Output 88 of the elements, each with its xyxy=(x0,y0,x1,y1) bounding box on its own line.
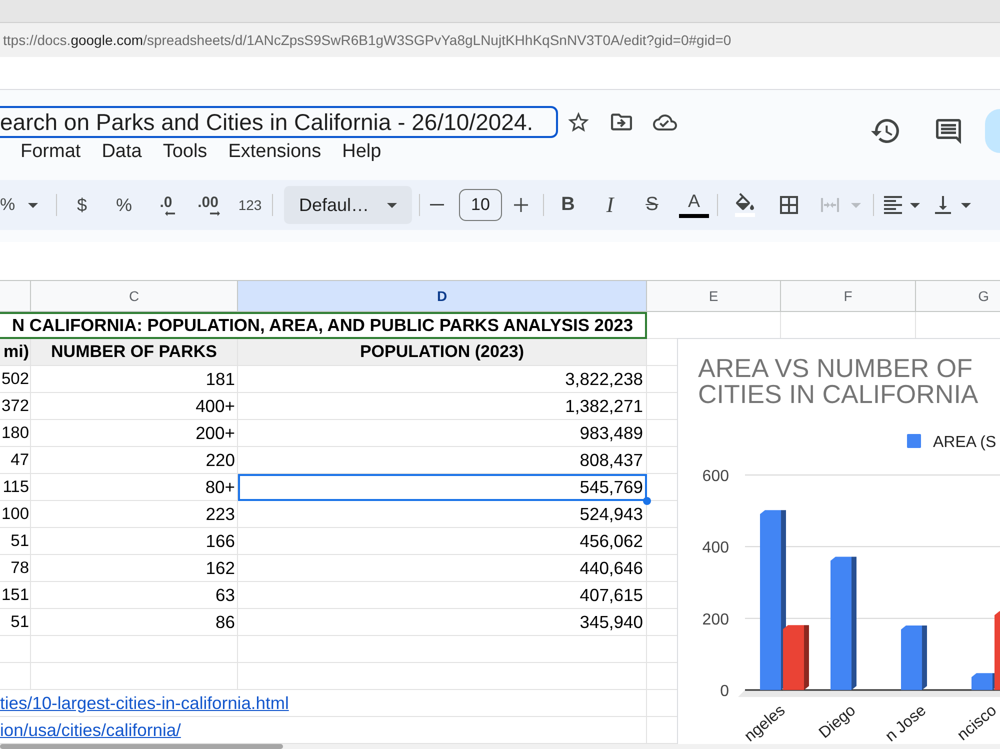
table-cell-text: 80+ xyxy=(204,476,236,498)
table-cell-text: 63 xyxy=(214,584,236,606)
title-field[interactable]: earch on Parks and Cities in California - 26/10/2024. xyxy=(0,106,558,138)
increase-decimal-button[interactable]: .00 xyxy=(191,189,225,221)
axis-label: 400 xyxy=(702,540,729,557)
align-left-icon[interactable] xyxy=(884,196,902,214)
decrease-decimal-button[interactable]: .0 xyxy=(149,189,183,221)
zoom-dropdown[interactable]: % xyxy=(0,189,42,221)
axis-label: 600 xyxy=(702,468,729,485)
table-cell-text: 223 xyxy=(204,502,236,526)
table-cell-text: 502 xyxy=(0,368,30,390)
chart-bar xyxy=(901,626,927,690)
table-cell-text: 407,615 xyxy=(578,584,644,606)
column-header[interactable]: D xyxy=(238,281,647,312)
link[interactable]: ties/10-largest-cities-in-california.html xyxy=(0,692,289,714)
menu-item[interactable]: Extensions xyxy=(218,141,332,163)
table-cell-text: 808,437 xyxy=(578,448,644,472)
menu-item[interactable]: Data xyxy=(91,141,152,163)
caret-icon xyxy=(28,202,38,208)
table-cell-text: 345,940 xyxy=(578,610,644,634)
borders-icon[interactable] xyxy=(780,196,798,214)
cloud-check-icon[interactable] xyxy=(653,114,677,130)
bold-button[interactable]: B xyxy=(551,189,585,221)
table-cell-text: 400+ xyxy=(194,394,236,418)
table-cell-text: 78 xyxy=(10,558,30,578)
table-cell-text: 220 xyxy=(204,448,236,472)
text-color-button[interactable]: A xyxy=(677,189,711,221)
table-cell-text: 180 xyxy=(0,422,30,444)
header-cell: NUMBER OF PARKS xyxy=(31,339,238,365)
category-label: n Jose xyxy=(882,702,930,744)
table-cell-text: 440,646 xyxy=(578,556,644,580)
column-header[interactable]: F xyxy=(781,281,916,312)
currency-button[interactable]: $ xyxy=(65,189,99,221)
table-cell: 545,769 xyxy=(238,474,647,501)
paint-bucket-icon[interactable] xyxy=(735,193,755,217)
table-cell-text: 166 xyxy=(204,530,236,552)
percent-button[interactable]: % xyxy=(107,189,141,221)
table-cell-text: 100 xyxy=(0,504,30,524)
table-cell-text: 151 xyxy=(0,584,30,606)
header-cell: mi) xyxy=(0,339,31,365)
star-icon[interactable] xyxy=(568,112,589,132)
title-cell: N CALIFORNIA: POPULATION, AREA, AND PUBLIC PARKS ANALYSIS 2023 xyxy=(0,312,647,339)
arrow-left-icon xyxy=(165,210,175,216)
comment-icon[interactable] xyxy=(936,118,961,144)
chart-title: AREA VS NUMBER OF CITIES IN CALIFORNIA xyxy=(698,355,978,407)
table-cell-text: 200+ xyxy=(194,422,236,444)
caret-icon[interactable] xyxy=(961,202,971,208)
font-size-field[interactable]: 10 xyxy=(459,189,502,221)
history-icon[interactable] xyxy=(871,119,899,143)
minus-icon[interactable] xyxy=(430,204,444,206)
more-formats-button[interactable]: 123 xyxy=(233,189,267,221)
table-cell-text: 181 xyxy=(204,368,236,390)
link[interactable]: ion/usa/cities/california/ xyxy=(0,720,181,740)
folder-arrow-icon[interactable] xyxy=(611,112,632,132)
menu-item[interactable]: Help xyxy=(332,141,392,163)
table-cell-text: 162 xyxy=(204,556,236,580)
align-bottom-icon[interactable] xyxy=(934,196,952,214)
table-cell-text: 3,822,238 xyxy=(564,368,644,390)
table-cell-text: 47 xyxy=(10,450,30,470)
color-swatch-icon xyxy=(679,214,709,218)
table-cell-text: 372 xyxy=(0,396,30,416)
font-dropdown[interactable]: Defaul… xyxy=(284,186,412,224)
legend-label: AREA (S xyxy=(933,434,996,451)
horizontal-scrollbar[interactable] xyxy=(0,744,1000,749)
column-header[interactable]: G xyxy=(916,281,1000,312)
table-cell-text: 1,382,271 xyxy=(564,394,644,418)
table-cell-text: 456,062 xyxy=(578,530,644,552)
column-header[interactable]: C xyxy=(31,281,238,312)
address-bar[interactable]: ttps://docs.google.com/spreadsheets/d/1ANcZpsS9SwR6B1gW3SGPvYa8gLNujtKHhKqSnNV3T0A/edit?gid=0#gid=0 xyxy=(0,23,1000,57)
table-cell-text: 524,943 xyxy=(578,502,644,526)
table-cell-text: 51 xyxy=(10,530,30,552)
arrow-right-icon xyxy=(210,210,220,216)
menu-item[interactable]: Format xyxy=(10,141,92,163)
header-cell: POPULATION (2023) xyxy=(238,339,647,365)
caret-icon[interactable] xyxy=(910,202,920,208)
table-cell-text: 983,489 xyxy=(578,422,644,444)
menu-item[interactable]: Tools xyxy=(152,141,218,163)
plus-icon[interactable] xyxy=(514,198,528,212)
caret-icon xyxy=(387,202,397,208)
column-header[interactable]: E xyxy=(647,281,781,312)
table-cell-text: 51 xyxy=(10,612,30,632)
axis-label: 200 xyxy=(702,611,729,628)
axis-label: 0 xyxy=(720,683,729,700)
strikethrough-button[interactable]: S xyxy=(635,189,669,221)
scrollbar-thumb[interactable] xyxy=(0,744,283,749)
table-cell-text: 115 xyxy=(2,476,30,498)
italic-button[interactable]: I xyxy=(593,189,627,221)
table-cell-text: 86 xyxy=(214,610,236,634)
